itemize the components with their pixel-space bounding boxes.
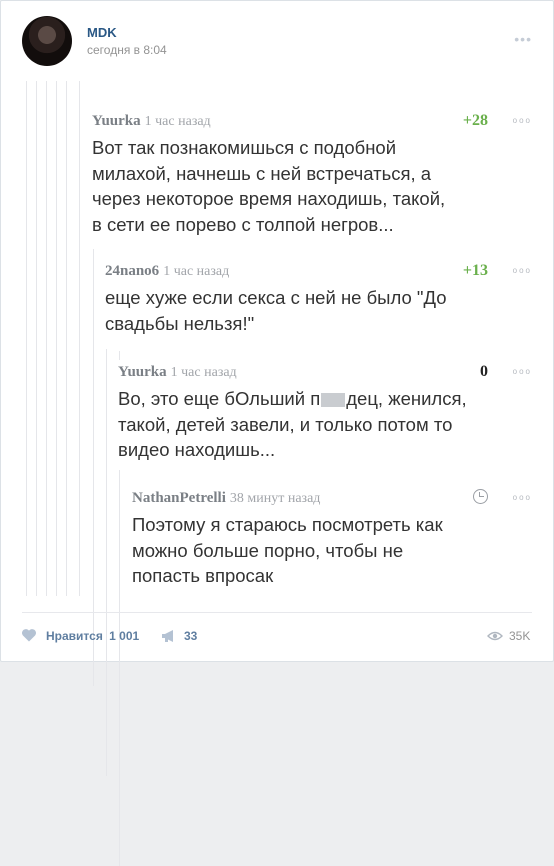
comment-time: 1 час назад — [170, 365, 237, 380]
comment-text: Поэтому я стараюсь посмотреть как можно … — [132, 514, 443, 586]
like-label: Нравится — [46, 629, 103, 643]
comment-item: NathanPetrelli 38 минут назад ooo Поэтому… — [132, 486, 534, 596]
post-card: MDK сегодня в 8:04 ••• Yuurka 1 час назад… — [0, 0, 554, 866]
comment-author[interactable]: 24nano6 — [105, 263, 159, 279]
comment-time: 1 час назад — [144, 114, 211, 129]
post-author[interactable]: MDK — [87, 25, 117, 40]
comment-thread-image: Yuurka 1 час назад +28 ooo Вот так познак… — [21, 81, 534, 866]
censored-blur — [321, 393, 346, 408]
comment-options-icon[interactable]: ooo — [513, 367, 532, 376]
comment-text: Вот так познакомишься с подобной милахой… — [92, 137, 446, 235]
clock-icon — [473, 489, 488, 504]
more-options-icon[interactable]: ••• — [514, 31, 532, 47]
like-button[interactable]: Нравится 1 001 — [46, 629, 139, 643]
avatar[interactable] — [22, 16, 72, 66]
comment-score: +28 — [462, 112, 488, 129]
comment-item: Yuurka 1 час назад +28 ooo Вот так познак… — [92, 109, 534, 249]
comment-item: Yuurka 1 час назад 0 ooo Во, это еще бОль… — [118, 360, 534, 470]
comment-author[interactable]: NathanPetrelli — [132, 490, 226, 506]
comment-options-icon[interactable]: ooo — [513, 266, 532, 275]
views-count: 35K — [509, 629, 531, 643]
like-count: 1 001 — [109, 629, 140, 643]
views-eye-icon — [487, 631, 503, 641]
share-count[interactable]: 33 — [184, 629, 197, 643]
share-icon[interactable] — [161, 629, 177, 643]
comment-time: 38 минут назад — [229, 491, 321, 506]
comment-text: еще хуже если секса с ней не было "До св… — [105, 287, 447, 334]
comment-score: 0 — [480, 363, 488, 380]
comment-time: 1 час назад — [163, 264, 230, 279]
comment-options-icon[interactable]: ooo — [513, 493, 532, 502]
comment-score: +13 — [462, 262, 488, 279]
comment-item: 24nano6 1 час назад +13 ooo еще хуже если… — [105, 259, 534, 349]
footer-divider — [22, 612, 532, 613]
comment-author[interactable]: Yuurka — [118, 364, 167, 380]
post-time[interactable]: сегодня в 8:04 — [87, 43, 167, 57]
comment-options-icon[interactable]: ooo — [513, 116, 532, 125]
heart-icon[interactable] — [21, 628, 37, 642]
comment-text: Во, это еще бОльший п дец, женился, такой… — [118, 388, 467, 460]
comment-author[interactable]: Yuurka — [92, 113, 141, 129]
